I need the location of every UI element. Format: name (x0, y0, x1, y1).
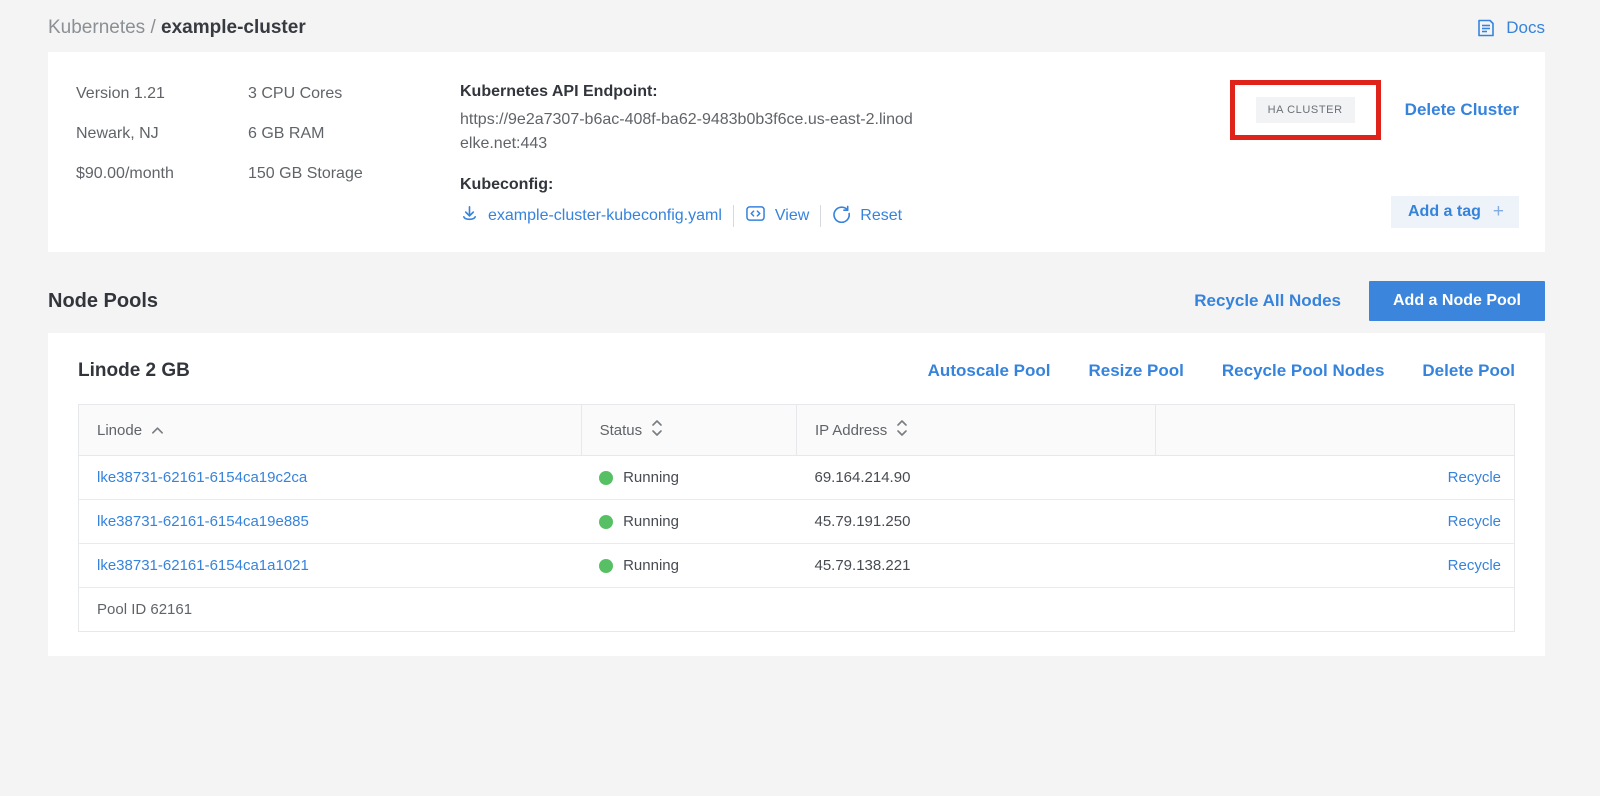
pool-name: Linode 2 GB (78, 360, 190, 382)
node-pools-header: Node Pools Recycle All Nodes Add a Node … (48, 281, 1545, 321)
breadcrumb: Kubernetes / example-cluster (48, 17, 306, 39)
cluster-specs-column-2: 3 CPU Cores 6 GB RAM 150 GB Storage (248, 80, 460, 228)
breadcrumb-current: example-cluster (161, 17, 306, 38)
kubeconfig-reset-link[interactable]: Reset (832, 204, 902, 228)
pool-id-row: Pool ID 62161 (79, 588, 1515, 632)
add-node-pool-button[interactable]: Add a Node Pool (1369, 281, 1545, 321)
recycle-node-button[interactable]: Recycle (1448, 557, 1501, 574)
cluster-region: Newark, NJ (76, 122, 248, 146)
add-tag-button[interactable]: Add a tag + (1391, 196, 1519, 228)
node-link[interactable]: lke38731-62161-6154ca19c2ca (97, 469, 307, 486)
download-icon (460, 204, 479, 228)
ha-cluster-badge: HA CLUSTER (1256, 97, 1355, 123)
summary-card-right: HA CLUSTER Delete Cluster Add a tag + (1230, 80, 1519, 228)
reset-label: Reset (860, 207, 902, 225)
nodes-table-header-row: Linode Status (79, 405, 1515, 456)
pool-title-row: Linode 2 GB Autoscale Pool Resize Pool R… (78, 360, 1515, 382)
autoscale-pool-button[interactable]: Autoscale Pool (928, 361, 1051, 381)
reset-icon (832, 204, 851, 228)
kubeconfig-view-link[interactable]: View (745, 204, 809, 228)
delete-pool-button[interactable]: Delete Pool (1422, 361, 1515, 381)
node-row: lke38731-62161-6154ca1a1021 Running 45.7… (79, 544, 1515, 588)
column-header-linode[interactable]: Linode (79, 405, 582, 456)
cluster-summary-card: Version 1.21 Newark, NJ $90.00/month 3 C… (48, 52, 1545, 252)
column-header-status[interactable]: Status (581, 405, 796, 456)
nodes-table: Linode Status (78, 404, 1515, 632)
node-link[interactable]: lke38731-62161-6154ca19e885 (97, 513, 309, 530)
resize-pool-button[interactable]: Resize Pool (1088, 361, 1183, 381)
add-tag-label: Add a tag (1408, 203, 1481, 221)
column-label-ip-address: IP Address (815, 422, 887, 439)
node-pool-card: Linode 2 GB Autoscale Pool Resize Pool R… (48, 333, 1545, 656)
pool-actions: Autoscale Pool Resize Pool Recycle Pool … (928, 361, 1515, 381)
column-label-linode: Linode (97, 422, 142, 439)
plus-icon: + (1493, 202, 1504, 221)
divider (733, 205, 734, 227)
cluster-price: $90.00/month (76, 162, 248, 186)
node-pools-title: Node Pools (48, 290, 158, 313)
kubeconfig-file-name: example-cluster-kubeconfig.yaml (488, 207, 722, 225)
recycle-all-nodes-button[interactable]: Recycle All Nodes (1194, 291, 1341, 311)
node-ip: 69.164.214.90 (796, 456, 1155, 500)
pool-id-label: Pool ID 62161 (79, 588, 1515, 632)
endpoint-block: Kubernetes API Endpoint: https://9e2a730… (460, 80, 960, 228)
docs-icon (1475, 17, 1497, 39)
node-row: lke38731-62161-6154ca19e885 Running 45.7… (79, 500, 1515, 544)
kubeconfig-download-link[interactable]: example-cluster-kubeconfig.yaml (460, 204, 722, 228)
sort-both-icon (896, 419, 908, 441)
api-endpoint-url: https://9e2a7307-b6ac-408f-ba62-9483b0b3… (460, 108, 920, 156)
recycle-pool-nodes-button[interactable]: Recycle Pool Nodes (1222, 361, 1385, 381)
cluster-specs-column-1: Version 1.21 Newark, NJ $90.00/month (76, 80, 248, 228)
status-running-icon (599, 559, 613, 573)
breadcrumb-separator: / (145, 17, 161, 38)
column-header-ip-address[interactable]: IP Address (796, 405, 1155, 456)
kubeconfig-label: Kubeconfig: (460, 173, 960, 197)
code-view-icon (745, 204, 766, 228)
cluster-version: Version 1.21 (76, 82, 248, 106)
sort-both-icon (651, 419, 663, 441)
node-link[interactable]: lke38731-62161-6154ca1a1021 (97, 557, 309, 574)
node-status: Running (623, 469, 679, 486)
kubernetes-cluster-page: Kubernetes / example-cluster Docs Versio… (0, 0, 1600, 796)
recycle-node-button[interactable]: Recycle (1448, 513, 1501, 530)
column-label-status: Status (600, 422, 643, 439)
node-ip: 45.79.191.250 (796, 500, 1155, 544)
sort-ascending-icon (151, 422, 164, 439)
summary-card-right-top: HA CLUSTER Delete Cluster (1230, 80, 1519, 140)
docs-label: Docs (1506, 18, 1545, 38)
cluster-ram: 6 GB RAM (248, 122, 460, 146)
api-endpoint-label: Kubernetes API Endpoint: (460, 80, 960, 104)
cluster-storage: 150 GB Storage (248, 162, 460, 186)
node-ip: 45.79.138.221 (796, 544, 1155, 588)
node-status: Running (623, 513, 679, 530)
top-bar: Kubernetes / example-cluster Docs (0, 0, 1600, 52)
status-running-icon (599, 471, 613, 485)
divider (820, 205, 821, 227)
view-label: View (775, 207, 809, 225)
node-pools-header-actions: Recycle All Nodes Add a Node Pool (1194, 281, 1545, 321)
cluster-cpu: 3 CPU Cores (248, 82, 460, 106)
recycle-node-button[interactable]: Recycle (1448, 469, 1501, 486)
breadcrumb-section[interactable]: Kubernetes (48, 17, 145, 38)
docs-link[interactable]: Docs (1475, 17, 1545, 39)
node-row: lke38731-62161-6154ca19c2ca Running 69.1… (79, 456, 1515, 500)
status-running-icon (599, 515, 613, 529)
ha-cluster-annotation-box: HA CLUSTER (1230, 80, 1381, 140)
kubeconfig-actions: example-cluster-kubeconfig.yaml View (460, 204, 960, 228)
node-status: Running (623, 557, 679, 574)
delete-cluster-button[interactable]: Delete Cluster (1405, 100, 1519, 120)
column-header-actions (1155, 405, 1514, 456)
